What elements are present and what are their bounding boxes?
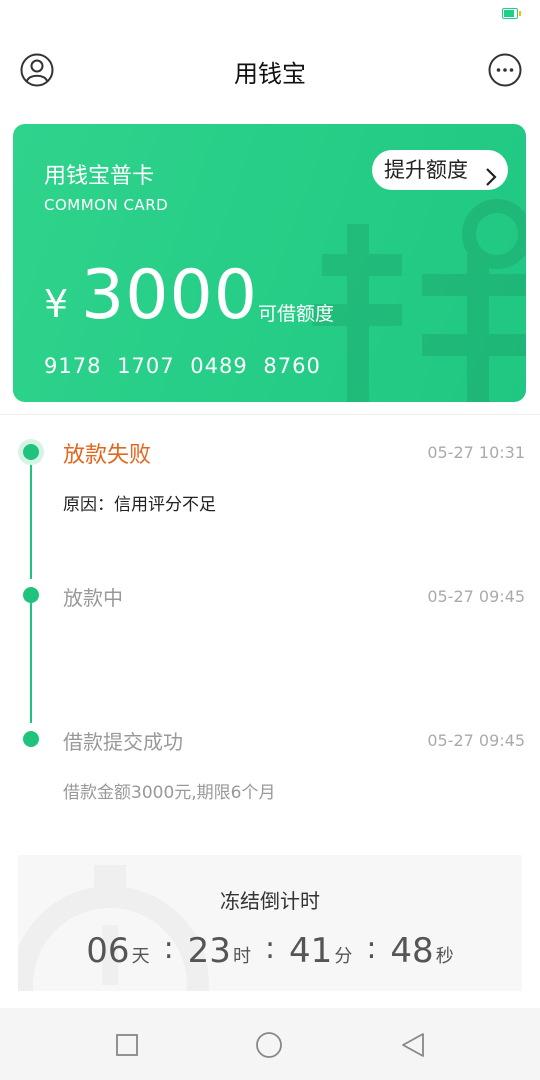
countdown-minutes: 41: [289, 931, 333, 971]
status-bar: [0, 0, 540, 28]
countdown-separator: :: [264, 931, 276, 966]
more-icon[interactable]: [488, 53, 522, 87]
stopwatch-icon: [18, 865, 209, 991]
countdown-separator: :: [163, 931, 174, 966]
credit-card: 用钱宝普卡 COMMON CARD 提升额度 ¥ 3000 可借额度 9178 …: [13, 124, 526, 402]
card-watermark-icon: [312, 199, 526, 402]
card-number: 9178 1707 0489 8760: [44, 354, 321, 378]
event-time: 05-27 09:45: [427, 587, 525, 606]
event-time: 05-27 09:45: [427, 731, 525, 750]
raise-limit-label: 提升额度: [384, 158, 468, 182]
countdown-separator: :: [366, 931, 377, 966]
raise-limit-button[interactable]: 提升额度: [372, 150, 508, 190]
timeline-dot: [23, 731, 39, 747]
countdown-seconds: 48: [390, 931, 434, 971]
battery-icon: [502, 8, 521, 19]
countdown-minute-unit: 分: [334, 946, 353, 967]
countdown-timer: 06 天:23 时:41 分:48 秒: [18, 931, 522, 971]
app-header: 用钱宝: [0, 40, 540, 100]
page-title: 用钱宝: [234, 60, 306, 88]
countdown-second-unit: 秒: [435, 946, 454, 967]
timeline-dot-active: [23, 444, 39, 460]
event-description: 借款金额3000元,期限6个月: [63, 783, 276, 803]
event-description: 原因：信用评分不足: [63, 495, 216, 515]
freeze-countdown-panel: 冻结倒计时 06 天:23 时:41 分:48 秒: [18, 855, 522, 991]
chevron-right-icon: [484, 160, 498, 200]
event-title: 借款提交成功: [63, 730, 183, 754]
event-time: 05-27 10:31: [427, 443, 525, 462]
credit-amount: 3000: [81, 256, 259, 335]
credit-amount-label: 可借额度: [258, 303, 335, 325]
currency-symbol: ¥: [44, 282, 69, 326]
event-title-failed: 放款失败: [63, 443, 152, 468]
circle-icon[interactable]: [254, 1030, 284, 1060]
triangle-back-icon[interactable]: [398, 1030, 428, 1060]
card-subtitle: COMMON CARD: [44, 196, 169, 214]
countdown-title: 冻结倒计时: [220, 889, 320, 913]
square-icon[interactable]: [112, 1030, 142, 1060]
card-name: 用钱宝普卡: [44, 164, 155, 189]
timeline-dot: [23, 587, 39, 603]
event-title: 放款中: [63, 586, 123, 610]
system-nav-bar: [0, 1008, 540, 1080]
loan-status-timeline: 放款失败 05-27 10:31 原因：信用评分不足 放款中 05-27 09:…: [0, 415, 540, 835]
countdown-days: 06: [86, 931, 130, 971]
timeline-connector: [30, 603, 32, 723]
countdown-hours: 23: [187, 931, 231, 971]
countdown-day-unit: 天: [131, 946, 150, 967]
timeline-connector: [30, 459, 32, 579]
countdown-hour-unit: 时: [232, 946, 251, 967]
